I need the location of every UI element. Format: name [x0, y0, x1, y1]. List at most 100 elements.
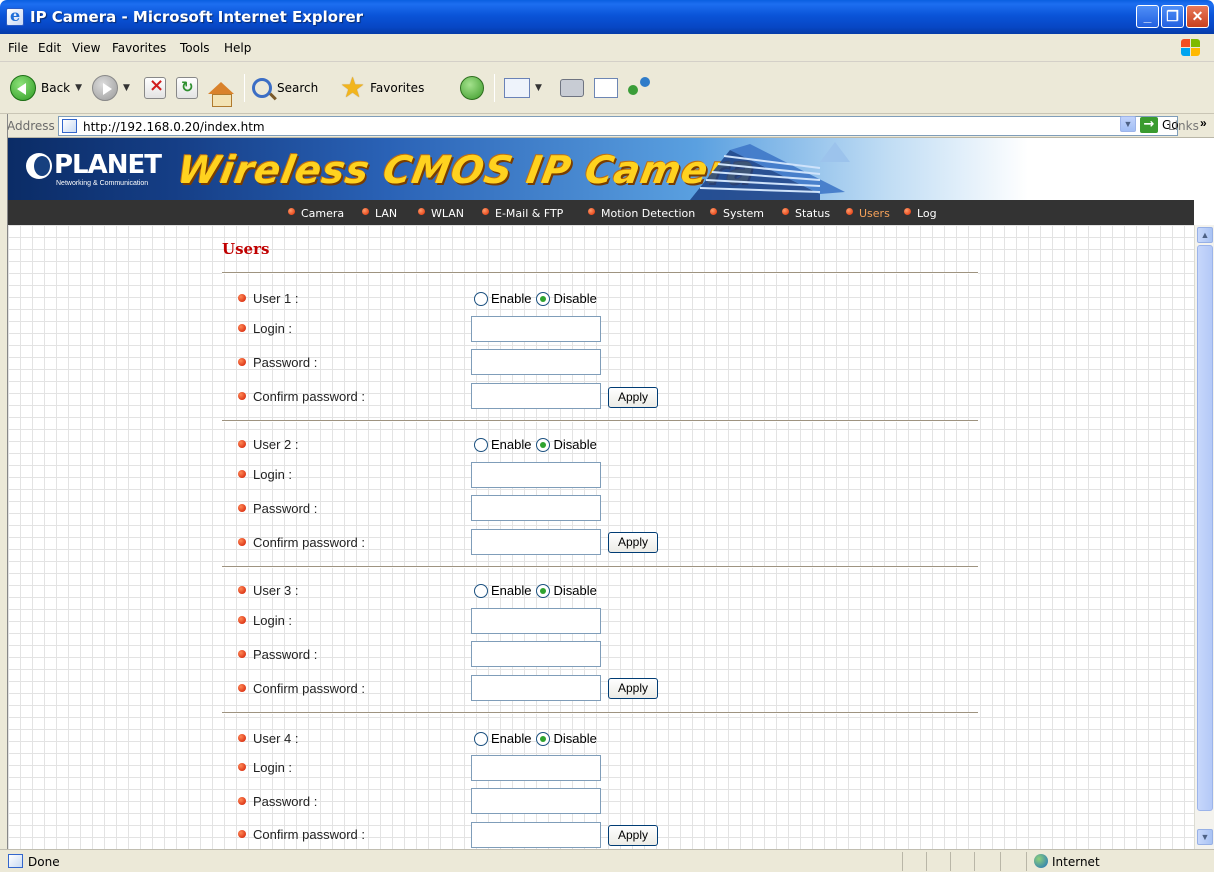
user-4-label: User 4 :: [238, 731, 299, 746]
windows-logo-icon: [1180, 38, 1202, 58]
chevron-right-icon[interactable]: »: [1200, 116, 1207, 130]
user-2-apply-button[interactable]: Apply: [608, 532, 658, 553]
bullet-icon: [238, 538, 246, 546]
user-4-confirm-password-input[interactable]: [471, 822, 601, 848]
history-button[interactable]: [460, 72, 484, 104]
scroll-thumb[interactable]: [1197, 245, 1213, 811]
home-button[interactable]: [208, 72, 234, 107]
user-1-radio-group: Enable Disable: [474, 291, 602, 306]
menu-file[interactable]: File: [8, 41, 28, 55]
minimize-button[interactable]: _: [1136, 5, 1159, 28]
menu-tools[interactable]: Tools: [180, 41, 210, 55]
favorites-button[interactable]: ★ Favorites: [340, 72, 424, 104]
nav-camera[interactable]: Camera: [288, 207, 344, 220]
user-3-confirm-password-input[interactable]: [471, 675, 601, 701]
enable-label: Enable: [491, 437, 532, 452]
menu-view[interactable]: View: [72, 41, 100, 55]
close-button[interactable]: ✕: [1186, 5, 1209, 28]
chevron-down-icon[interactable]: ▼: [75, 83, 82, 93]
bullet-icon: [362, 208, 369, 215]
chevron-down-icon[interactable]: ▼: [535, 83, 542, 93]
user-3-radio-group: Enable Disable: [474, 583, 602, 598]
chevron-down-icon[interactable]: ▼: [123, 83, 130, 93]
user-1-disable-radio[interactable]: [536, 291, 551, 306]
user-1-login-input[interactable]: [471, 316, 601, 342]
divider: [222, 566, 978, 568]
bullet-icon: [710, 208, 717, 215]
user-4-enable-radio[interactable]: [474, 731, 488, 746]
bullet-icon: [238, 830, 246, 838]
user-2-confirm-password-input[interactable]: [471, 529, 601, 555]
user-2-password-input[interactable]: [471, 495, 601, 521]
user-1-label: User 1 :: [238, 291, 299, 306]
bullet-icon: [238, 294, 246, 302]
nav-email-ftp[interactable]: E-Mail & FTP: [482, 207, 563, 220]
menu-help[interactable]: Help: [224, 41, 251, 55]
bullet-icon: [238, 504, 246, 512]
user-2-login-input[interactable]: [471, 462, 601, 488]
user-1-apply-button[interactable]: Apply: [608, 387, 658, 408]
divider: [222, 712, 978, 714]
links-label[interactable]: Links: [1168, 119, 1199, 133]
stop-button[interactable]: [144, 72, 166, 104]
nav-system[interactable]: System: [710, 207, 764, 220]
nav-users[interactable]: Users: [846, 207, 890, 220]
page-content: Users User 1 : Enable Disable Login : Pa…: [8, 225, 1194, 849]
nav-label: Users: [859, 207, 890, 220]
user-1-confirm-password-input[interactable]: [471, 383, 601, 409]
user-4-login-input[interactable]: [471, 755, 601, 781]
home-icon: [208, 82, 234, 107]
user-1-password-input[interactable]: [471, 349, 601, 375]
user-2-enable-radio[interactable]: [474, 437, 488, 452]
nav-bar: Camera LAN WLAN E-Mail & FTP Motion Dete…: [8, 200, 1194, 225]
edit-button[interactable]: [594, 72, 618, 104]
user-4-disable-radio[interactable]: [536, 731, 551, 746]
search-button[interactable]: Search: [252, 72, 318, 104]
maximize-button[interactable]: ❐: [1161, 5, 1184, 28]
address-dropdown-icon[interactable]: ▼: [1120, 116, 1136, 132]
menu-favorites[interactable]: Favorites: [112, 41, 166, 55]
user-3-login-input[interactable]: [471, 608, 601, 634]
user-4-password-input[interactable]: [471, 788, 601, 814]
back-button[interactable]: Back ▼: [10, 72, 82, 104]
user-3-enable-radio[interactable]: [474, 583, 488, 598]
nav-status[interactable]: Status: [782, 207, 830, 220]
password-label: Password :: [238, 501, 317, 516]
toolbar: Back ▼ ▼ Search ★ Favorites ▼: [0, 62, 1214, 114]
forward-button[interactable]: ▼: [92, 72, 130, 104]
user-3-apply-button[interactable]: Apply: [608, 678, 658, 699]
nav-motion-detection[interactable]: Motion Detection: [588, 207, 695, 220]
scroll-up-icon[interactable]: ▲: [1197, 227, 1213, 243]
address-bar: Address http://192.168.0.20/index.htm ▼ …: [0, 114, 1214, 138]
menu-edit[interactable]: Edit: [38, 41, 61, 55]
password-label: Password :: [238, 355, 317, 370]
messenger-icon: [628, 77, 652, 99]
status-bar: Done Internet: [0, 849, 1214, 872]
user-4-apply-button[interactable]: Apply: [608, 825, 658, 846]
stop-icon: [144, 75, 166, 99]
scroll-down-icon[interactable]: ▼: [1197, 829, 1213, 845]
ie-page-icon: [62, 119, 77, 133]
search-icon: [252, 78, 272, 98]
user-1-enable-radio[interactable]: [474, 291, 488, 306]
messenger-button[interactable]: [628, 72, 652, 104]
title-bar: IP Camera - Microsoft Internet Explorer …: [0, 0, 1214, 34]
status-cell: [902, 852, 903, 871]
bullet-icon: [782, 208, 789, 215]
nav-lan[interactable]: LAN: [362, 207, 397, 220]
refresh-button[interactable]: [176, 72, 198, 104]
user-3-disable-radio[interactable]: [536, 583, 551, 598]
bullet-icon: [418, 208, 425, 215]
nav-label: Motion Detection: [601, 207, 696, 220]
vertical-scrollbar[interactable]: ▲ ▼: [1194, 225, 1214, 849]
nav-wlan[interactable]: WLAN: [418, 207, 464, 220]
user-3-password-input[interactable]: [471, 641, 601, 667]
print-button[interactable]: [560, 72, 584, 104]
user-2-disable-radio[interactable]: [536, 437, 551, 452]
bullet-icon: [238, 440, 246, 448]
bullet-icon: [482, 208, 489, 215]
mail-button[interactable]: ▼: [504, 72, 542, 104]
address-input[interactable]: http://192.168.0.20/index.htm: [58, 116, 1178, 136]
bullet-icon: [238, 392, 246, 400]
nav-log[interactable]: Log: [904, 207, 937, 220]
